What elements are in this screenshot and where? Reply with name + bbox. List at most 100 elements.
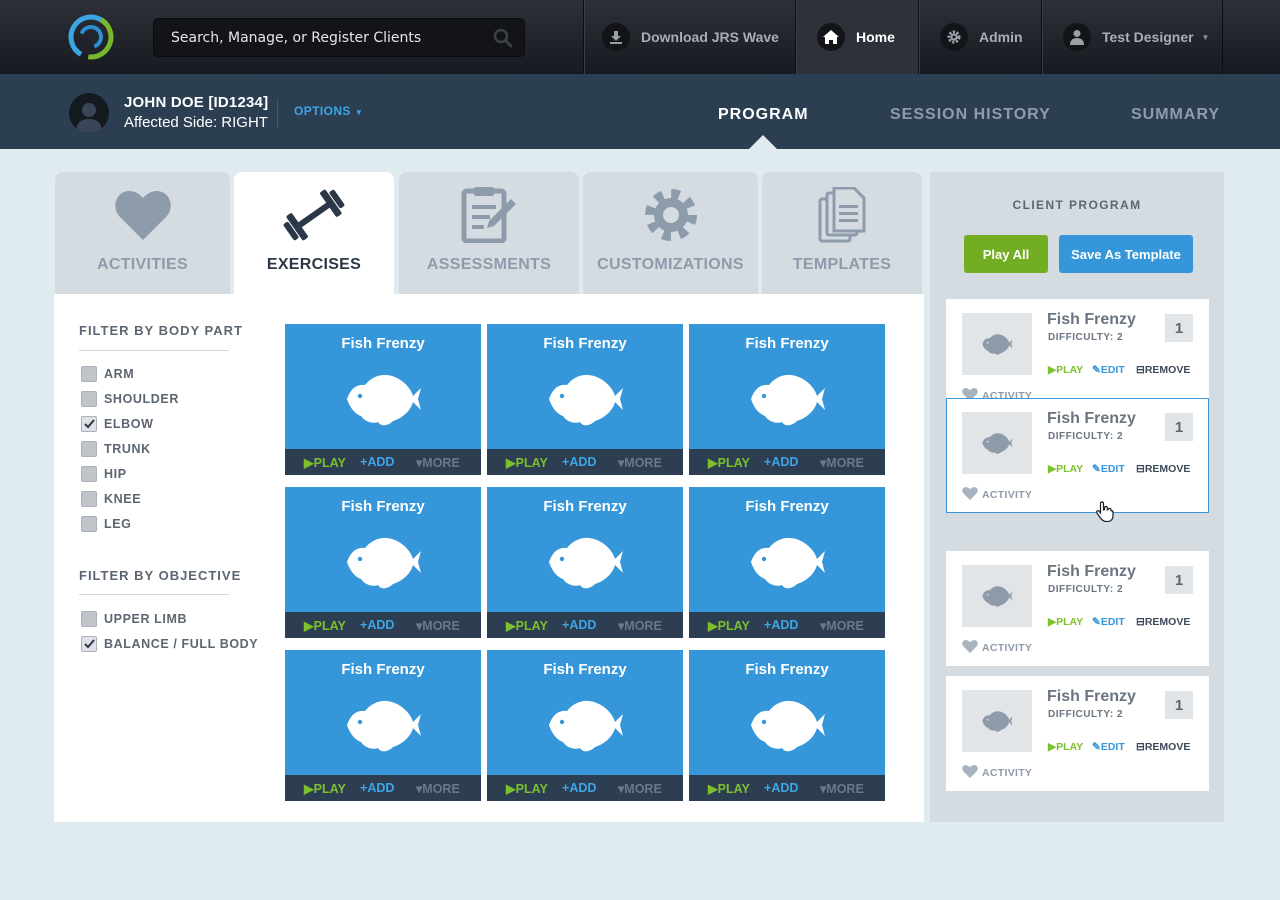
- remove-button[interactable]: ⊟REMOVE: [1136, 463, 1190, 475]
- play-button[interactable]: ▶PLAY: [506, 781, 548, 796]
- program-item-count[interactable]: 1: [1165, 566, 1193, 594]
- program-item[interactable]: Fish Frenzy DIFFICULTY: 2 1 ▶PLAY ✎EDIT ⊟REMO…: [946, 551, 1209, 666]
- search-input[interactable]: [154, 19, 484, 56]
- checkbox[interactable]: [81, 636, 97, 652]
- program-item-count[interactable]: 1: [1165, 691, 1193, 719]
- more-button[interactable]: ▾MORE: [416, 618, 460, 633]
- save-as-template-button[interactable]: Save As Template: [1059, 235, 1193, 273]
- add-button[interactable]: +ADD: [764, 618, 798, 632]
- more-button[interactable]: ▾MORE: [416, 781, 460, 796]
- exercise-card[interactable]: Fish Frenzy ▶PLAY +ADD ▾MORE: [285, 324, 481, 475]
- edit-button[interactable]: ✎EDIT: [1092, 463, 1125, 475]
- play-button[interactable]: ▶PLAY: [708, 618, 750, 633]
- program-item[interactable]: Fish Frenzy DIFFICULTY: 2 1 ▶PLAY ✎EDIT ⊟REMO…: [946, 676, 1209, 791]
- program-item[interactable]: Fish Frenzy DIFFICULTY: 2 1 ▶PLAY ✎EDIT ⊟REMO…: [946, 398, 1209, 513]
- nav-download[interactable]: Download JRS Wave: [583, 0, 795, 74]
- checkbox[interactable]: [81, 366, 97, 382]
- play-button[interactable]: ▶PLAY: [1048, 741, 1083, 753]
- play-button[interactable]: ▶PLAY: [506, 618, 548, 633]
- play-button[interactable]: ▶PLAY: [304, 781, 346, 796]
- add-button[interactable]: +ADD: [360, 781, 394, 795]
- add-button[interactable]: +ADD: [360, 618, 394, 632]
- more-button[interactable]: ▾MORE: [416, 455, 460, 470]
- remove-button[interactable]: ⊟REMOVE: [1136, 741, 1190, 753]
- exercise-card-title: Fish Frenzy: [341, 498, 425, 515]
- tab-session-history[interactable]: SESSION HISTORY: [890, 106, 1051, 124]
- exercise-card[interactable]: Fish Frenzy ▶PLAY +ADD ▾MORE: [689, 487, 885, 638]
- tab-exercises[interactable]: EXERCISES: [234, 172, 394, 294]
- play-label: PLAY: [313, 455, 346, 470]
- exercise-card[interactable]: Fish Frenzy ▶PLAY +ADD ▾MORE: [487, 487, 683, 638]
- play-button[interactable]: ▶PLAY: [1048, 463, 1083, 475]
- nav-home[interactable]: Home: [795, 0, 918, 74]
- remove-button[interactable]: ⊟REMOVE: [1136, 364, 1190, 376]
- more-button[interactable]: ▾MORE: [618, 781, 662, 796]
- tab-assessments[interactable]: ASSESSMENTS: [399, 172, 579, 294]
- filter-option[interactable]: ELBOW: [81, 416, 154, 432]
- program-item-count[interactable]: 1: [1165, 314, 1193, 342]
- program-item-type: ACTIVITY: [962, 765, 1032, 781]
- logo-icon[interactable]: [68, 14, 114, 60]
- add-button[interactable]: +ADD: [360, 455, 394, 469]
- edit-button[interactable]: ✎EDIT: [1092, 616, 1125, 628]
- fish-icon: [549, 537, 623, 589]
- checkbox[interactable]: [81, 491, 97, 507]
- checkbox[interactable]: [81, 516, 97, 532]
- edit-button[interactable]: ✎EDIT: [1092, 741, 1125, 753]
- more-button[interactable]: ▾MORE: [618, 618, 662, 633]
- play-button[interactable]: ▶PLAY: [1048, 364, 1083, 376]
- exercise-card[interactable]: Fish Frenzy ▶PLAY +ADD ▾MORE: [689, 324, 885, 475]
- tab-program[interactable]: PROGRAM: [718, 106, 809, 124]
- exercise-card[interactable]: Fish Frenzy ▶PLAY +ADD ▾MORE: [285, 650, 481, 801]
- checkbox[interactable]: [81, 416, 97, 432]
- add-button[interactable]: +ADD: [562, 455, 596, 469]
- play-button[interactable]: ▶PLAY: [1048, 616, 1083, 628]
- exercise-card[interactable]: Fish Frenzy ▶PLAY +ADD ▾MORE: [487, 650, 683, 801]
- program-item-difficulty: DIFFICULTY: 2: [1048, 332, 1124, 343]
- tab-activities[interactable]: ACTIVITIES: [55, 172, 230, 294]
- tab-templates[interactable]: TEMPLATES: [762, 172, 922, 294]
- remove-button[interactable]: ⊟REMOVE: [1136, 616, 1190, 628]
- exercise-card[interactable]: Fish Frenzy ▶PLAY +ADD ▾MORE: [689, 650, 885, 801]
- more-button[interactable]: ▾MORE: [820, 455, 864, 470]
- program-item-count[interactable]: 1: [1165, 413, 1193, 441]
- filter-option[interactable]: SHOULDER: [81, 391, 179, 407]
- filter-option[interactable]: BALANCE / FULL BODY: [81, 636, 258, 652]
- checkbox[interactable]: [81, 466, 97, 482]
- gear-icon: [643, 186, 699, 244]
- tab-customizations[interactable]: CUSTOMIZATIONS: [583, 172, 758, 294]
- add-button[interactable]: +ADD: [764, 455, 798, 469]
- more-button[interactable]: ▾MORE: [820, 781, 864, 796]
- checkbox[interactable]: [81, 391, 97, 407]
- filter-option[interactable]: LEG: [81, 516, 132, 532]
- program-item-difficulty: DIFFICULTY: 2: [1048, 709, 1124, 720]
- add-button[interactable]: +ADD: [562, 618, 596, 632]
- checkbox[interactable]: [81, 441, 97, 457]
- filter-option[interactable]: ARM: [81, 366, 134, 382]
- play-button[interactable]: ▶PLAY: [506, 455, 548, 470]
- add-button[interactable]: +ADD: [764, 781, 798, 795]
- more-button[interactable]: ▾MORE: [820, 618, 864, 633]
- more-button[interactable]: ▾MORE: [618, 455, 662, 470]
- nav-user-menu[interactable]: Test Designer ▼: [1041, 0, 1223, 74]
- play-button[interactable]: ▶PLAY: [304, 618, 346, 633]
- add-label: ADD: [771, 455, 799, 469]
- search-icon[interactable]: [493, 28, 513, 48]
- play-button[interactable]: ▶PLAY: [304, 455, 346, 470]
- options-dropdown[interactable]: OPTIONS ▼: [294, 104, 363, 118]
- play-button[interactable]: ▶PLAY: [708, 781, 750, 796]
- edit-button[interactable]: ✎EDIT: [1092, 364, 1125, 376]
- checkbox[interactable]: [81, 611, 97, 627]
- filter-option[interactable]: KNEE: [81, 491, 141, 507]
- play-button[interactable]: ▶PLAY: [708, 455, 750, 470]
- exercise-card[interactable]: Fish Frenzy ▶PLAY +ADD ▾MORE: [487, 324, 683, 475]
- play-all-button[interactable]: Play All: [964, 235, 1048, 273]
- filter-option[interactable]: TRUNK: [81, 441, 151, 457]
- nav-admin[interactable]: Admin: [918, 0, 1041, 74]
- filter-option[interactable]: HIP: [81, 466, 127, 482]
- filter-option[interactable]: UPPER LIMB: [81, 611, 187, 627]
- program-item[interactable]: Fish Frenzy DIFFICULTY: 2 1 ▶PLAY ✎EDIT ⊟REMO…: [946, 299, 1209, 399]
- add-button[interactable]: +ADD: [562, 781, 596, 795]
- tab-summary[interactable]: SUMMARY: [1131, 106, 1220, 124]
- exercise-card[interactable]: Fish Frenzy ▶PLAY +ADD ▾MORE: [285, 487, 481, 638]
